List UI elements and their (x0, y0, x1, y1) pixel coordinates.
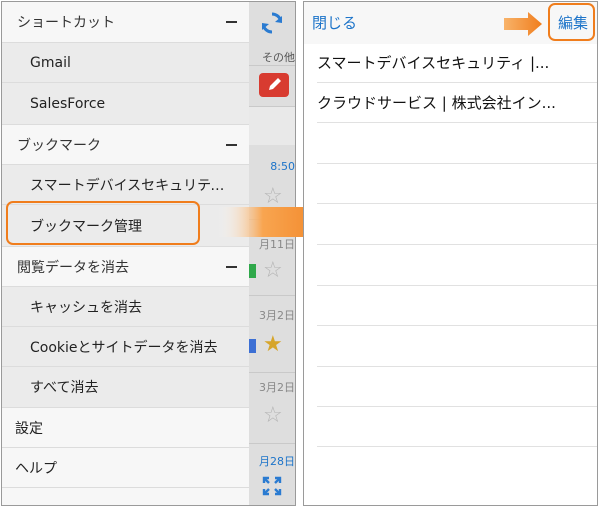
star-filled-icon[interactable]: ★ (263, 334, 283, 356)
right-screen: 閉じる 編集 スマートデバイスセキュリティ |... クラウドサービス | 株式… (303, 1, 598, 506)
small-right-arrow-icon (504, 12, 542, 36)
navigation-bar: 閉じる 編集 (304, 2, 597, 44)
clear-all-item[interactable]: すべて消去 (2, 367, 249, 408)
section-header-label: ショートカット (17, 15, 115, 31)
side-drawer-menu: ショートカット Gmail SalesForce ブックマーク スマートデバイス… (2, 2, 249, 505)
close-button[interactable]: 閉じる (312, 12, 357, 33)
menu-item-label: ヘルプ (15, 460, 57, 477)
section-header-label: 閲覧データを消去 (17, 259, 129, 276)
compose-button[interactable] (259, 73, 289, 97)
bookmark-item[interactable]: スマートデバイスセキュリティ… (2, 165, 249, 205)
shortcut-item-salesforce[interactable]: SalesForce (2, 83, 249, 125)
highlight-edit-button (548, 3, 595, 41)
section-header-clear-browsing-data[interactable]: 閲覧データを消去 (2, 247, 249, 287)
mail-date: 3月2日 (259, 381, 295, 394)
collapse-icon[interactable] (226, 21, 237, 23)
menu-item-label: すべて消去 (30, 380, 99, 396)
label-tag (249, 339, 256, 353)
background-mail-app: その他 8:50 ☆ 月11日 ☆ 3月2日 ★ 3月2日 ☆ 月28日 (249, 2, 295, 505)
section-header-shortcuts[interactable]: ショートカット (2, 2, 249, 43)
section-header-label: ブックマーク (17, 137, 101, 154)
settings-item[interactable]: 設定 (2, 408, 249, 448)
star-empty-icon[interactable]: ☆ (263, 405, 283, 427)
mail-date: 3月2日 (259, 309, 295, 322)
help-item[interactable]: ヘルプ (2, 448, 249, 488)
bookmark-list-item[interactable]: クラウドサービス | 株式会社イン... (317, 92, 582, 113)
menu-item-label: スマートデバイスセキュリティ… (30, 177, 235, 194)
menu-item-label: Cookieとサイトデータを消去 (30, 339, 218, 356)
menu-item-label: キャッシュを消去 (30, 299, 142, 316)
section-header-bookmarks[interactable]: ブックマーク (2, 125, 249, 165)
mail-date: 月28日 (259, 455, 295, 468)
star-empty-icon[interactable]: ☆ (263, 260, 283, 282)
expand-icon[interactable] (262, 476, 282, 496)
mail-date: 8:50 (270, 160, 295, 173)
menu-item-label: Gmail (30, 54, 71, 71)
clear-cookies-item[interactable]: Cookieとサイトデータを消去 (2, 327, 249, 367)
collapse-icon[interactable] (226, 265, 237, 268)
refresh-icon[interactable] (260, 11, 284, 35)
menu-item-label: 設定 (15, 420, 43, 437)
highlight-bookmark-manager (6, 201, 200, 245)
menu-item-label: SalesForce (30, 95, 106, 112)
label-tag (249, 264, 256, 278)
clear-cache-item[interactable]: キャッシュを消去 (2, 287, 249, 327)
collapse-icon[interactable] (226, 143, 237, 146)
tab-more-label[interactable]: その他 (262, 49, 295, 65)
pencil-icon (269, 78, 281, 90)
shortcut-item-gmail[interactable]: Gmail (2, 43, 249, 83)
bookmark-list-item[interactable]: スマートデバイスセキュリティ |... (317, 52, 582, 73)
